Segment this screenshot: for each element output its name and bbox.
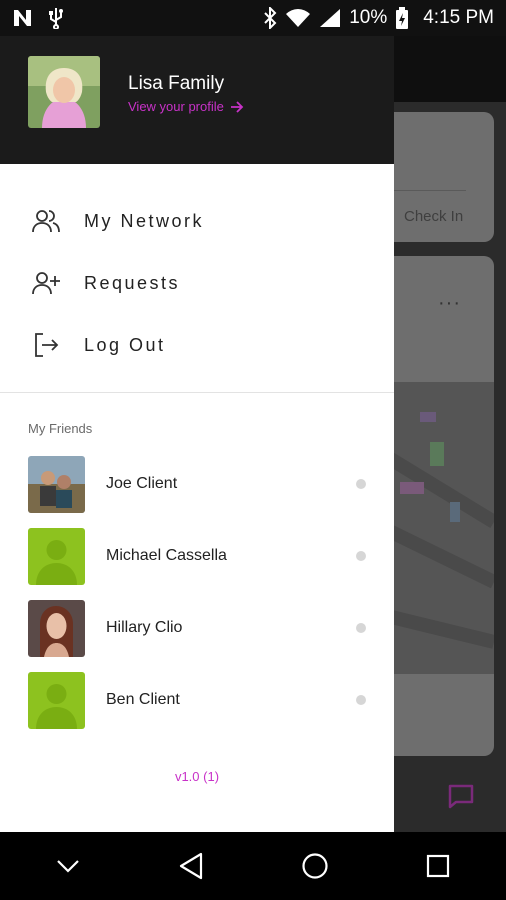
- menu-divider: [0, 392, 394, 393]
- chat-icon[interactable]: [446, 782, 476, 817]
- status-bar: 10% 4:15 PM: [0, 0, 506, 36]
- menu-item-my-network[interactable]: My Network: [0, 190, 394, 252]
- n-logo-icon: [14, 10, 31, 26]
- default-avatar-icon: [28, 527, 85, 585]
- view-profile-link[interactable]: View your profile: [128, 99, 244, 114]
- profile-avatar[interactable]: [28, 56, 100, 128]
- more-options-icon[interactable]: ···: [438, 292, 461, 315]
- friends-list: Joe Client Michael Cassella Hillary Clio…: [0, 448, 394, 736]
- chevron-down-icon[interactable]: [38, 836, 98, 896]
- system-nav-bar: [0, 832, 506, 900]
- menu-label-my-network: My Network: [84, 210, 205, 231]
- status-right-icons: 10% 4:15 PM: [263, 7, 494, 29]
- friends-section-title: My Friends: [28, 421, 93, 436]
- signal-icon: [320, 9, 341, 27]
- offline-status-dot: [356, 479, 366, 489]
- checkin-button[interactable]: Check In: [404, 208, 463, 225]
- recents-square-icon[interactable]: [408, 836, 468, 896]
- offline-status-dot: [356, 551, 366, 561]
- view-profile-label: View your profile: [128, 99, 224, 114]
- status-left-icons: [12, 7, 64, 29]
- friend-item-hillary-clio[interactable]: Hillary Clio: [0, 592, 394, 664]
- friend-name: Hillary Clio: [106, 619, 183, 636]
- app-version: v1.0 (1): [174, 769, 220, 784]
- offline-status-dot: [356, 695, 366, 705]
- logout-icon: [30, 329, 62, 361]
- users-icon: [30, 205, 62, 237]
- menu-item-requests[interactable]: Requests: [0, 252, 394, 314]
- menu-label-log-out: Log Out: [84, 334, 166, 355]
- home-circle-icon[interactable]: [285, 836, 345, 896]
- menu-item-log-out[interactable]: Log Out: [0, 314, 394, 376]
- navigation-drawer: Lisa Family View your profile My Network…: [0, 36, 394, 832]
- friend-name: Michael Cassella: [106, 547, 227, 564]
- wifi-icon: [286, 9, 311, 27]
- offline-status-dot: [356, 623, 366, 633]
- friend-avatar-photo: [28, 599, 85, 657]
- friend-item-joe-client[interactable]: Joe Client: [0, 448, 394, 520]
- friend-avatar-photo: [28, 455, 85, 513]
- clock: 4:15 PM: [423, 7, 494, 28]
- drawer-header: Lisa Family View your profile: [0, 36, 394, 164]
- bluetooth-icon: [264, 7, 277, 29]
- battery-icon: [396, 7, 409, 29]
- drawer-menu: My Network Requests Log Out: [0, 164, 394, 393]
- friend-name: Ben Client: [106, 691, 180, 708]
- default-avatar-icon: [28, 671, 85, 729]
- menu-label-requests: Requests: [84, 272, 181, 293]
- friend-name: Joe Client: [106, 475, 178, 492]
- friend-item-michael-cassella[interactable]: Michael Cassella: [0, 520, 394, 592]
- card-divider: [394, 190, 466, 191]
- add-user-icon: [30, 267, 62, 299]
- usb-icon: [49, 8, 63, 29]
- arrow-right-icon: [230, 100, 244, 113]
- profile-name: Lisa Family: [128, 73, 225, 94]
- friend-item-ben-client[interactable]: Ben Client: [0, 664, 394, 736]
- battery-percent: 10%: [349, 7, 388, 28]
- back-triangle-icon[interactable]: [161, 836, 221, 896]
